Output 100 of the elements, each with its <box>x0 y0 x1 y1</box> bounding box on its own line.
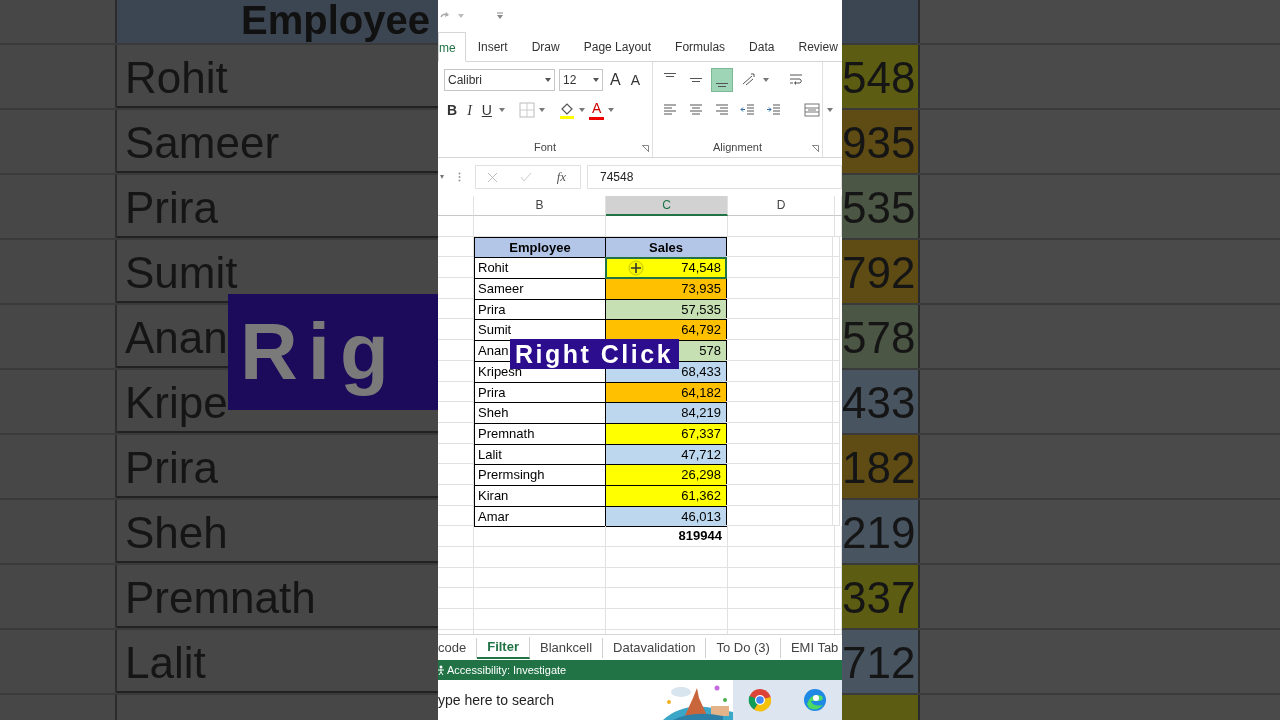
empty-cell <box>438 319 474 341</box>
borders-icon[interactable] <box>518 102 535 118</box>
font-dropdown[interactable]: Calibri <box>444 69 555 91</box>
italic-button[interactable]: I <box>464 98 475 122</box>
close-icon[interactable] <box>486 171 498 183</box>
caret-icon <box>578 108 585 112</box>
table-cell: Amar <box>474 505 606 528</box>
bold-button[interactable]: B <box>444 98 461 122</box>
table-cell[interactable]: 64,792 <box>605 319 727 342</box>
sheet-tab[interactable]: Blankcell <box>530 637 604 658</box>
column-header: Employee <box>117 0 438 43</box>
empty-cell <box>438 360 474 382</box>
customize-icon[interactable] <box>496 12 504 20</box>
merge-cells-icon <box>804 102 820 118</box>
check-icon[interactable] <box>519 172 532 182</box>
table-cell[interactable]: 73,935 <box>605 278 727 300</box>
ribbon-tab[interactable]: Data <box>737 32 787 61</box>
table-cell[interactable]: 61,362 <box>605 484 727 507</box>
column-header[interactable]: C <box>606 196 728 216</box>
table-cell[interactable]: 64,182 <box>605 381 727 404</box>
table-cell[interactable]: 47,712 <box>605 443 727 466</box>
empty-cell <box>438 464 474 485</box>
accessibility-icon <box>438 665 444 675</box>
orientation-icon <box>740 72 756 88</box>
ribbon-tab[interactable]: Insert <box>465 32 520 61</box>
caption-overlay: Rig <box>228 294 438 410</box>
ribbon-tab[interactable]: me <box>438 32 466 62</box>
table-cell: 578 <box>842 305 920 368</box>
empty-cell <box>438 547 474 568</box>
caret-icon <box>545 78 551 82</box>
more-icon <box>458 172 461 182</box>
bottom-icon <box>716 83 728 87</box>
empty-cell <box>438 588 474 610</box>
caret-icon <box>593 78 599 82</box>
empty-cell <box>438 567 474 589</box>
browser-icon[interactable] <box>748 688 773 712</box>
fill-color-icon[interactable] <box>558 101 575 119</box>
sheet-tab[interactable]: Datavalidation <box>603 637 707 658</box>
right-icon <box>714 102 730 118</box>
table-cell[interactable]: 84,219 <box>605 402 727 424</box>
table-cell[interactable]: 67,337 <box>605 422 727 445</box>
table-cell: 433 <box>842 370 920 433</box>
group-label: Font <box>533 139 557 155</box>
ribbon-tab[interactable]: Review <box>786 32 842 61</box>
caret-icon <box>538 108 545 112</box>
shrink-font-button[interactable]: A <box>627 68 643 92</box>
outdent-icon <box>740 102 756 118</box>
empty-cell <box>438 402 474 423</box>
table-cell: 712 <box>842 630 920 693</box>
group-label: Alignment <box>712 139 763 155</box>
size-dropdown[interactable]: 12 <box>559 69 603 91</box>
ribbon-tab[interactable]: Draw <box>519 32 572 61</box>
table-cell[interactable]: 26,298 <box>605 464 727 486</box>
total-cell: 819944 <box>606 526 728 547</box>
ribbon-tab[interactable]: Page Layout <box>571 32 664 61</box>
table-header: Sales <box>605 236 727 259</box>
empty-cell <box>438 216 474 237</box>
empty-cell <box>438 278 474 299</box>
caret-icon <box>827 108 833 112</box>
ribbon-tab[interactable]: Formulas <box>663 32 738 61</box>
top-icon <box>664 73 676 77</box>
caret-icon <box>763 78 769 82</box>
grow-font-button[interactable]: A <box>607 68 624 92</box>
table-header: Employee <box>474 236 606 259</box>
caret-icon <box>498 108 505 112</box>
empty-cell <box>438 484 474 506</box>
empty-cell <box>438 422 474 444</box>
dialog-launcher-icon[interactable] <box>642 145 649 152</box>
insert-function-button[interactable]: fx <box>553 165 570 189</box>
empty-cell <box>438 609 474 630</box>
sheet-tab[interactable]: To Do (3) <box>706 637 781 658</box>
empty-cell <box>438 340 474 361</box>
table-cell: 219 <box>842 500 920 563</box>
cursor-icon <box>628 260 644 277</box>
formula-field[interactable]: 74548 <box>587 165 842 189</box>
indent-icon <box>766 102 782 118</box>
empty-cell <box>438 443 474 465</box>
empty-cell <box>438 381 474 403</box>
font-color-button[interactable]: A <box>588 100 605 120</box>
table-cell: 935 <box>842 110 920 173</box>
caret-icon <box>608 108 615 112</box>
sheet-tab[interactable]: Filter <box>477 636 530 659</box>
table-cell[interactable]: 57,535 <box>605 298 727 321</box>
browser-icon[interactable] <box>802 688 827 712</box>
center-icon <box>688 102 704 118</box>
column-header[interactable]: D <box>728 196 835 216</box>
caret-icon[interactable] <box>440 175 444 179</box>
table-cell: 337 <box>842 565 920 628</box>
middle-icon <box>690 78 702 82</box>
empty-cell <box>438 526 474 547</box>
underline-button[interactable]: U <box>478 98 495 122</box>
table-cell: 535 <box>842 175 920 238</box>
caret-icon[interactable] <box>458 13 464 19</box>
left-icon <box>662 102 678 118</box>
table-cell[interactable]: 46,013 <box>605 505 727 528</box>
table-cell: 548 <box>842 45 920 108</box>
bottom-align-button[interactable] <box>711 68 733 92</box>
empty-cell <box>438 257 474 279</box>
table-cell[interactable]: 74,548 <box>605 257 727 280</box>
dialog-launcher-icon[interactable] <box>812 145 819 152</box>
